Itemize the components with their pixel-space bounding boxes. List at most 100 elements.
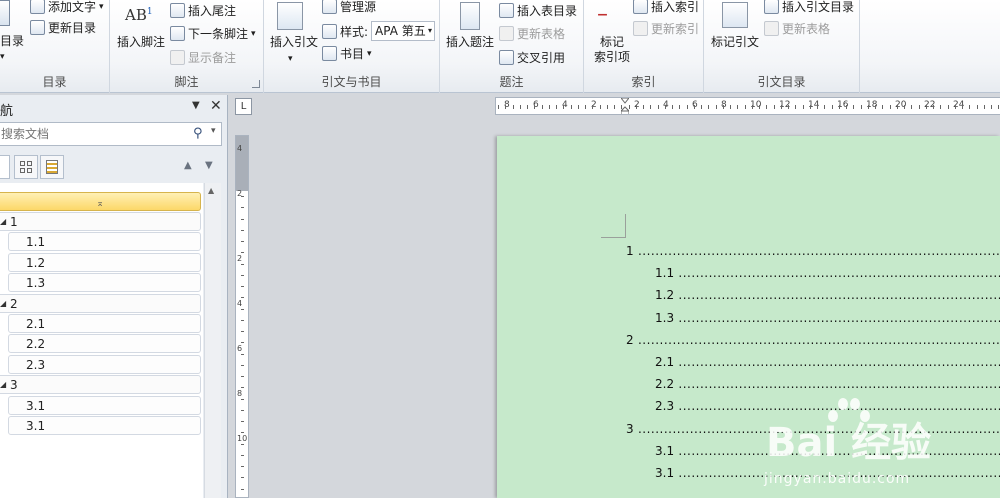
ruler-tick xyxy=(241,229,244,231)
close-icon[interactable]: ✕ xyxy=(210,98,222,114)
heading-item[interactable]: 2.3 xyxy=(8,354,201,374)
ruler-tick xyxy=(983,105,985,109)
ruler-number: 6 xyxy=(237,344,243,353)
update-toc-button[interactable]: 更新目录 xyxy=(30,19,96,36)
ruler-tick xyxy=(679,105,681,109)
update-table-button[interactable]: 更新表格 xyxy=(499,25,565,42)
mark-citation-button[interactable]: 标记引文 xyxy=(711,35,759,50)
chevron-down-icon: ▾ xyxy=(251,28,256,39)
heading-item[interactable]: ◢ 2 xyxy=(0,293,201,313)
ruler-tick xyxy=(241,488,244,490)
ruler-tick xyxy=(686,105,688,109)
add-text-button[interactable]: 添加文字 ▾ xyxy=(30,0,104,15)
toc-dot-leader: ........................................… xyxy=(678,266,1000,281)
style-dropdown[interactable]: APA 第五 ▾ xyxy=(371,21,436,41)
toc-entry[interactable]: 1.3 ....................................… xyxy=(655,311,1000,326)
toc-entry[interactable]: 1.2 ....................................… xyxy=(655,288,1000,303)
ruler-tick xyxy=(241,364,244,366)
insert-endnote-button[interactable]: 插入尾注 xyxy=(170,2,236,19)
ruler-tick xyxy=(241,252,244,254)
chevron-down-icon: ▾ xyxy=(367,48,372,59)
ruler-tick xyxy=(241,218,244,220)
ruler-tick xyxy=(882,105,884,109)
heading-label: 2.1 xyxy=(26,317,46,331)
next-heading-icon[interactable]: ▼ xyxy=(205,160,213,171)
expand-collapse-icon[interactable]: ◢ xyxy=(0,295,6,313)
chevron-down-icon[interactable]: ▾ xyxy=(211,126,216,136)
manage-sources-label: 管理源 xyxy=(340,0,377,14)
expand-collapse-icon[interactable]: ◢ xyxy=(0,376,6,394)
bibliography-button[interactable]: 书目 ▾ xyxy=(322,45,372,62)
heading-item[interactable]: 1.1 xyxy=(8,232,201,252)
style-icon xyxy=(322,23,337,39)
insert-caption-button[interactable]: 插入题注 xyxy=(446,35,494,50)
heading-item[interactable]: ◢ 3 xyxy=(0,375,201,395)
ruler-tick xyxy=(241,454,244,456)
index-group-label: 索引 xyxy=(631,75,656,89)
search-icon[interactable]: ⚲ xyxy=(193,126,203,141)
insert-citation-button[interactable]: 插入引文 xyxy=(270,35,318,50)
heading-item[interactable]: 3.1 xyxy=(8,395,201,415)
ruler-tick xyxy=(241,376,244,377)
heading-item[interactable]: 1.2 xyxy=(8,252,201,272)
expand-collapse-icon[interactable]: ◢ xyxy=(0,213,6,231)
nav-scrollbar[interactable]: ▲ xyxy=(204,183,221,498)
insert-footnote-button[interactable]: 插入脚注 xyxy=(117,35,165,50)
manage-sources-button[interactable]: 管理源 xyxy=(322,0,376,15)
toc-entry-number: 3.1 xyxy=(655,466,675,480)
ruler-tick xyxy=(911,105,913,109)
footnote-dialog-launcher-icon[interactable] xyxy=(252,80,260,88)
heading-item[interactable]: 2.2 xyxy=(8,334,201,354)
search-input[interactable] xyxy=(0,123,180,145)
heading-label: 2.3 xyxy=(26,357,46,372)
tab-pages-view[interactable] xyxy=(14,155,38,179)
mark-entry-button[interactable]: 标记 索引项 xyxy=(594,35,630,65)
heading-label: 3.1 xyxy=(26,419,46,433)
ruler-tick xyxy=(708,105,710,109)
ruler-tick xyxy=(998,105,1000,109)
next-footnote-button[interactable]: 下一条脚注 ▾ xyxy=(170,25,256,42)
tab-results-view[interactable] xyxy=(40,155,64,179)
toc-entry-number: 1.2 xyxy=(655,288,675,303)
mark-entry-icon: – xyxy=(597,2,608,27)
toc-entry[interactable]: 1 ......................................… xyxy=(626,244,1000,259)
heading-item[interactable]: 1.3 xyxy=(8,273,201,293)
toc-entry[interactable]: 2 ......................................… xyxy=(626,333,1000,348)
update-index-button[interactable]: 更新索引 xyxy=(633,20,699,37)
ruler-tick xyxy=(241,353,244,355)
toc-entry[interactable]: 1.1 ....................................… xyxy=(655,266,1000,281)
collapse-all-bar[interactable]: ⌅ xyxy=(0,192,201,211)
insert-table-of-authorities-button[interactable]: 插入引文目录 xyxy=(764,0,854,15)
update-authorities-table-button[interactable]: 更新表格 xyxy=(764,20,830,37)
style-label: 样式: xyxy=(340,24,369,39)
tab-headings-view[interactable] xyxy=(0,155,10,179)
toc-entry[interactable]: 2.1 ....................................… xyxy=(655,355,1000,370)
heading-label: 1.3 xyxy=(26,276,46,291)
toc-dot-leader: ........................................… xyxy=(678,377,1000,392)
insert-table-of-figures-button[interactable]: 插入表目录 xyxy=(499,2,577,19)
heading-item[interactable]: 3.1 xyxy=(8,416,201,435)
add-text-icon xyxy=(30,0,45,14)
ruler-tick xyxy=(918,105,920,109)
heading-item[interactable]: 2.1 xyxy=(8,314,201,333)
toc-button[interactable]: 目录 xyxy=(0,34,24,49)
heading-item[interactable]: ◢ 1 xyxy=(0,212,201,231)
cross-reference-button[interactable]: 交叉引用 xyxy=(499,49,565,66)
toc-entry[interactable]: 2.2 ....................................… xyxy=(655,377,1000,392)
chevron-down-icon[interactable]: ▾ xyxy=(288,52,293,67)
ruler-tick xyxy=(795,105,797,109)
toc-dropdown-arrow[interactable]: ▾ xyxy=(0,50,5,65)
heading-label: 1.1 xyxy=(26,235,46,250)
previous-heading-icon[interactable]: ▲ xyxy=(184,160,192,171)
show-notes-button[interactable]: 显示备注 xyxy=(170,49,236,66)
pages-grid-icon-part xyxy=(20,168,25,173)
pane-options-icon[interactable]: ▼ xyxy=(192,100,200,111)
insert-index-button[interactable]: 插入索引 xyxy=(633,0,699,15)
tab-selector[interactable]: L xyxy=(235,98,252,115)
ruler-number: 4 xyxy=(237,299,243,308)
pages-grid-icon-part xyxy=(27,161,32,166)
scroll-up-icon[interactable]: ▲ xyxy=(208,186,214,195)
insert-table-of-authorities-label: 插入引文目录 xyxy=(782,0,855,14)
toc-group: 目录 ▾ 添加文字 ▾ 更新目录 目录 xyxy=(0,0,110,93)
ruler-tick xyxy=(241,274,244,276)
